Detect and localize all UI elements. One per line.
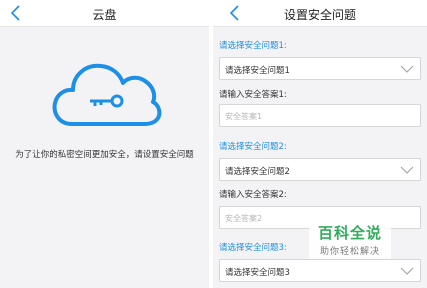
chevron-down-icon [400, 65, 414, 73]
question-1-label: 请选择安全问题1: [219, 41, 287, 51]
answer-1-label: 请输入安全答案1: [219, 90, 287, 100]
answer-2-placeholder: 安全答案2 [225, 214, 263, 223]
question-3-select[interactable]: 请选择安全问题3 [219, 259, 421, 282]
question-1-select[interactable]: 请选择安全问题1 [219, 57, 421, 80]
navbar: 设置安全问题 [213, 0, 427, 27]
question-2-label: 请选择安全问题2: [219, 142, 287, 152]
question-3-label: 请选择安全问题3: [219, 243, 287, 253]
question-3-selected: 请选择安全问题3 [225, 268, 290, 278]
question-1-selected: 请选择安全问题1 [225, 66, 290, 76]
answer-1-input[interactable]: 安全答案1 [219, 104, 421, 127]
chevron-down-icon [400, 166, 414, 174]
question-2-selected: 请选择安全问题2 [225, 167, 290, 177]
answer-2-label: 请输入安全答案2: [219, 190, 287, 200]
page-title: 云盘 [92, 8, 117, 22]
answer-1-placeholder: 安全答案1 [225, 112, 263, 121]
security-prompt-text: 为了让你的私密空间更加安全，请设置安全问题 [15, 150, 194, 160]
chevron-down-icon [400, 267, 414, 275]
page-title: 设置安全问题 [283, 8, 356, 22]
question-2-select[interactable]: 请选择安全问题2 [219, 158, 421, 181]
watermark-title: 百科全说 [317, 224, 382, 242]
watermark-subtitle: 助你轻松解决 [319, 247, 380, 257]
security-question-screen: 设置安全问题 请选择安全问题1: 请选择安全问题1 请输入安全答案1: 安全答案… [213, 0, 427, 288]
baike-watermark: 百科全说 助你轻松解决 [309, 221, 391, 259]
navbar: 云盘 [0, 0, 209, 27]
cloud-key-icon [52, 63, 162, 126]
cloud-disk-screen: 云盘 为了让你的私密空间更加安全，请设置安全问题 [0, 0, 209, 288]
